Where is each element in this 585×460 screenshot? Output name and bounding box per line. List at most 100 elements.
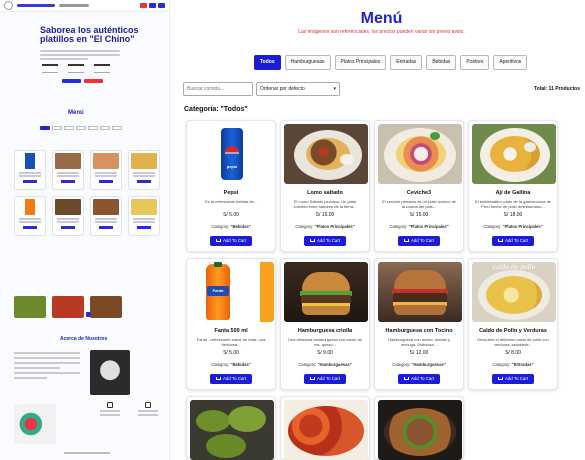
product-category-label: Category:	[211, 224, 230, 229]
product-name: Caldo de Pollo y Verduras	[479, 328, 547, 334]
tab-aperitivos[interactable]: Aperitivos	[493, 55, 528, 70]
preview-header	[0, 0, 169, 12]
sort-select-value: Ordenar por defecto	[260, 86, 305, 92]
product-card: Lomo saltado El Lomo Saltado peruano: Un…	[280, 120, 370, 252]
product-category: Category: "Platos Principales"	[284, 224, 366, 229]
menu-disclaimer: Las imágenes son referenciales, los prec…	[298, 29, 465, 35]
add-to-cart-label: Add To Cart	[504, 238, 529, 243]
add-to-cart-label: Add To Cart	[504, 376, 529, 381]
category-tabs: Todos Hamburguesas Platos Principales En…	[254, 55, 528, 70]
product-image-aji-de-gallina	[472, 124, 556, 184]
tab-entradas[interactable]: Entradas	[390, 55, 423, 70]
product-name: Lomo saltado	[307, 190, 343, 196]
preview-about-text	[14, 352, 80, 382]
add-to-cart-label: Add To Cart	[316, 238, 341, 243]
product-price: S/ 15.00	[409, 212, 429, 218]
preview-menu-tabs	[40, 126, 122, 130]
product-image-lomo-saltado	[284, 124, 368, 184]
product-price: S/ 15.00	[315, 212, 335, 218]
product-description: El ceviche peruano es un plato icónico d…	[382, 199, 456, 209]
preview-about-image	[90, 350, 130, 395]
product-category-value: "Bebidas"	[230, 362, 251, 367]
product-card	[374, 396, 464, 460]
tab-bebidas[interactable]: Bebidas	[426, 55, 457, 70]
sort-select[interactable]: Ordenar por defecto ▾	[256, 82, 340, 96]
product-name: Ceviche3	[406, 190, 432, 196]
preview-card	[52, 150, 84, 190]
product-card: caldo de pollo Caldo de Pollo y Verduras…	[468, 258, 558, 390]
cart-icon	[309, 239, 315, 243]
tab-postres[interactable]: Postres	[460, 55, 490, 70]
product-name: Hamburguesa con Tocino	[385, 328, 453, 334]
add-to-cart-button[interactable]: Add To Cart	[209, 236, 253, 246]
tab-platos-principales[interactable]: Platos Principales	[334, 55, 387, 70]
product-name: Hamburguesa criolla	[297, 328, 353, 334]
preview-card	[90, 150, 122, 190]
product-description: Hamburguesa con tocino, tomate y lechuga…	[387, 337, 451, 347]
preview-about-image-2	[14, 404, 56, 444]
product-name: Fanta 500 ml	[214, 328, 248, 334]
preview-product-grid	[14, 150, 160, 236]
product-category-label: Category:	[298, 362, 317, 367]
product-category-label: Category:	[392, 362, 411, 367]
tab-todos[interactable]: Todos	[254, 55, 281, 70]
product-card: Hamburguesa criolla Una deliciosa hambur…	[280, 258, 370, 390]
product-category: Category: "Platos Principales"	[472, 224, 554, 229]
product-category-label: Category:	[492, 362, 511, 367]
product-category-value: "Bebidas"	[230, 224, 251, 229]
cart-icon	[309, 377, 315, 381]
add-to-cart-label: Add To Cart	[222, 376, 247, 381]
product-category-value: "Platos Principales"	[314, 224, 355, 229]
product-price: S/ 5.00	[223, 212, 239, 218]
menu-title: Menú	[360, 10, 403, 27]
product-card: Hamburguesa con Tocino Hamburguesa con t…	[374, 258, 464, 390]
add-to-cart-button[interactable]: Add To Cart	[303, 236, 347, 246]
cart-icon	[497, 239, 503, 243]
product-category-value: "Platos Principales"	[408, 224, 449, 229]
chevron-down-icon: ▾	[333, 86, 336, 92]
product-category-label: Category:	[211, 362, 230, 367]
preview-card	[128, 196, 160, 236]
add-to-cart-button[interactable]: Add To Cart	[491, 374, 535, 384]
product-category: Category: "Bebidas"	[190, 362, 272, 367]
add-to-cart-button[interactable]: Add To Cart	[303, 374, 347, 384]
product-image-caldo-de-pollo: caldo de pollo	[472, 262, 556, 322]
product-image-tequenos	[190, 400, 274, 460]
tab-hamburguesas[interactable]: Hamburguesas	[284, 55, 331, 70]
product-card: Ají de Gallina El emblemático plato de l…	[468, 120, 558, 252]
preview-header-buttons	[140, 3, 165, 8]
preview-card	[52, 196, 84, 236]
preview-hero-title: Saborea los auténticos platillos en "El …	[40, 25, 139, 44]
search-input[interactable]	[183, 82, 253, 96]
add-to-cart-button[interactable]: Add To Cart	[209, 374, 253, 384]
add-to-cart-label: Add To Cart	[410, 376, 435, 381]
cart-icon	[497, 377, 503, 381]
cart-icon	[215, 377, 221, 381]
product-image-salteado	[378, 400, 462, 460]
product-price: S/ 9.00	[317, 350, 333, 356]
preview-feature	[138, 402, 158, 418]
preview-pagination	[86, 312, 91, 317]
preview-menu-title: Menú	[68, 110, 84, 116]
product-category: Category: "Entradas"	[472, 362, 554, 367]
preview-hero: Saborea los auténticos platillos en "El …	[0, 12, 169, 83]
add-to-cart-button[interactable]: Add To Cart	[397, 236, 441, 246]
screenshot-root: Saborea los auténticos platillos en "El …	[0, 0, 585, 460]
product-description: El emblemático plato de la gastronomía d…	[475, 199, 551, 209]
product-category: Category: "Hamburguesas"	[284, 362, 366, 367]
page-overview-preview: Saborea los auténticos platillos en "El …	[0, 0, 170, 460]
product-card	[186, 396, 276, 460]
product-category: Category: "Bebidas"	[190, 224, 272, 229]
product-description: Descubre el delicioso caldo de pollo con…	[477, 337, 549, 347]
product-image-hamburguesa-con-tocino	[378, 262, 462, 322]
product-card: pepsi Pepsi Es la refrescante bebida de.…	[186, 120, 276, 252]
preview-about-title: Acerca de Nosotros	[60, 336, 108, 342]
add-to-cart-button[interactable]: Add To Cart	[397, 374, 441, 384]
product-category-value: "Hamburguesas"	[411, 362, 446, 367]
add-to-cart-label: Add To Cart	[316, 376, 341, 381]
preview-footer	[64, 452, 110, 454]
product-category-label: Category:	[295, 224, 314, 229]
product-category-value: "Platos Principales"	[502, 224, 543, 229]
product-price: S/ 18.00	[503, 212, 523, 218]
add-to-cart-button[interactable]: Add To Cart	[491, 236, 535, 246]
